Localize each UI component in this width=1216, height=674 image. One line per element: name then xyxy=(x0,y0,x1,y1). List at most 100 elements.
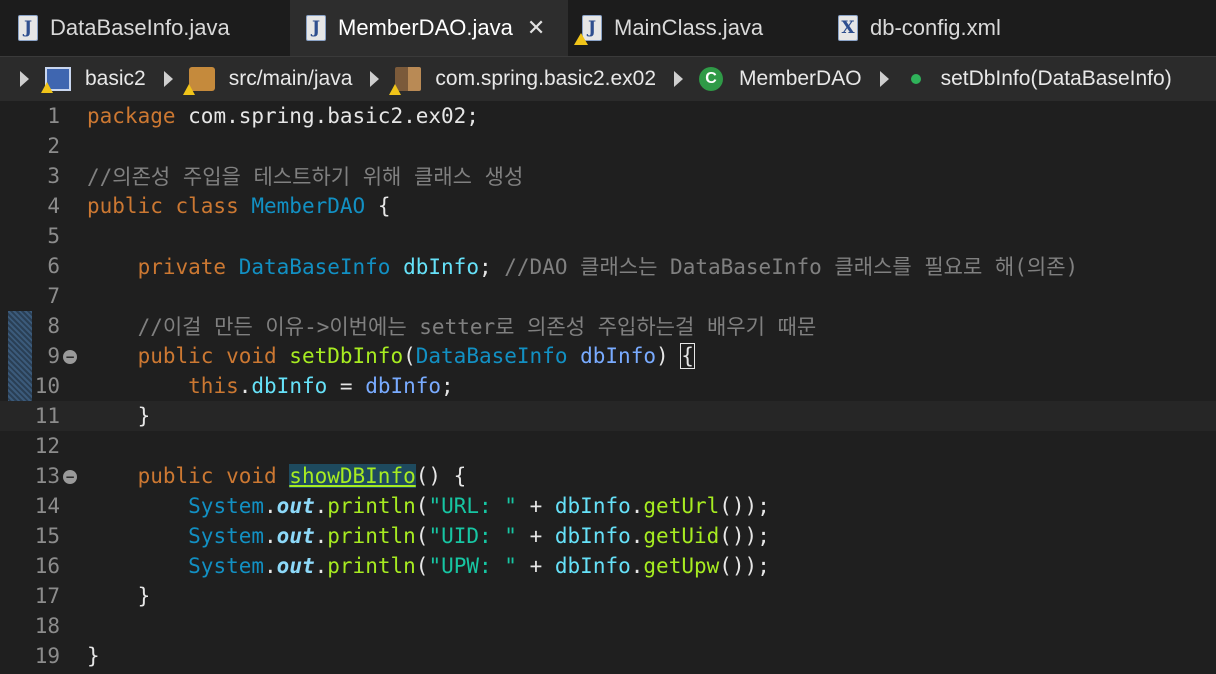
code-line[interactable]: 2 xyxy=(0,131,1216,161)
code-text: //이걸 만든 이유->이번에는 setter로 의존성 주입하는걸 배우기 때… xyxy=(87,311,817,341)
code-token: } xyxy=(87,584,151,608)
code-token: System xyxy=(188,554,265,578)
code-line[interactable]: 18 xyxy=(0,611,1216,641)
code-token: ; xyxy=(441,374,454,398)
java-file-icon: J xyxy=(306,15,326,41)
code-line[interactable]: 5 xyxy=(0,221,1216,251)
project-icon xyxy=(41,67,71,93)
code-text: public void showDBInfo() { xyxy=(87,464,466,488)
code-line[interactable]: 12 xyxy=(0,431,1216,461)
code-token: out xyxy=(276,554,315,578)
class-icon: C xyxy=(699,67,724,91)
code-text: package com.spring.basic2.ex02; xyxy=(87,104,479,128)
code-token: ( xyxy=(415,524,429,548)
line-number: 1 xyxy=(47,104,60,128)
line-number: 9 xyxy=(47,344,60,368)
breadcrumb-project[interactable]: basic2 xyxy=(41,67,146,93)
code-token: //이걸 만든 이유->이번에는 setter로 의존성 주입하는걸 배우기 때… xyxy=(137,315,817,339)
code-token: . xyxy=(630,554,644,578)
code-editor[interactable]: 1 package com.spring.basic2.ex02; 2 3 //의존성 … xyxy=(0,101,1216,674)
code-token: public void xyxy=(137,464,290,488)
code-token: . xyxy=(314,494,328,518)
code-text: System.out.println("UPW: " + dbInfo.getU… xyxy=(87,554,770,578)
code-line[interactable]: 4 public class MemberDAO { xyxy=(0,191,1216,221)
breadcrumb-package[interactable]: com.spring.basic2.ex02 xyxy=(389,67,656,95)
line-number: 3 xyxy=(47,164,60,188)
code-token: () { xyxy=(415,464,467,488)
breadcrumb-class[interactable]: C MemberDAO xyxy=(699,67,862,91)
code-token: . xyxy=(314,554,328,578)
code-token: out xyxy=(276,524,315,548)
java-file-warning-icon: J xyxy=(574,15,602,45)
code-line[interactable]: 11 } xyxy=(0,401,1216,431)
tab-mainclass[interactable]: J MainClass.java xyxy=(568,0,830,56)
code-token: . xyxy=(264,494,277,518)
code-token: MemberDAO xyxy=(251,194,366,218)
code-line[interactable]: 14 System.out.println("URL: " + dbInfo.g… xyxy=(0,491,1216,521)
code-token: public void xyxy=(137,344,290,368)
code-token: . xyxy=(630,494,644,518)
chevron-right-icon xyxy=(370,71,380,87)
tab-databaseinfo[interactable]: J DataBaseInfo.java xyxy=(0,0,290,56)
code-token: { xyxy=(680,343,695,369)
chevron-right-icon xyxy=(20,71,29,87)
code-line[interactable]: 15 System.out.println("UID: " + dbInfo.g… xyxy=(0,521,1216,551)
code-token: ( xyxy=(415,494,429,518)
code-token: dbInfo xyxy=(554,494,631,518)
line-number: 18 xyxy=(34,614,60,638)
code-token: private xyxy=(137,255,239,279)
code-token: println xyxy=(327,494,416,518)
fold-collapse-icon[interactable]: − xyxy=(63,350,77,364)
code-line[interactable]: 16 System.out.println("UPW: " + dbInfo.g… xyxy=(0,551,1216,581)
code-text: private DataBaseInfo dbInfo; //DAO 클래스는 … xyxy=(87,251,1079,281)
code-token: System xyxy=(188,494,265,518)
package-icon xyxy=(389,67,422,95)
breadcrumb-method[interactable]: setDbInfo(DataBaseInfo) xyxy=(905,67,1172,91)
code-token: + xyxy=(516,494,555,518)
code-line[interactable]: 6 private DataBaseInfo dbInfo; //DAO 클래스… xyxy=(0,251,1216,281)
code-token: package xyxy=(87,104,176,128)
code-token: . xyxy=(630,524,644,548)
code-token: println xyxy=(327,554,416,578)
code-token: System xyxy=(188,524,265,548)
code-line[interactable]: 9− public void setDbInfo(DataBaseInfo db… xyxy=(0,341,1216,371)
code-text: } xyxy=(87,644,100,668)
code-token: ; xyxy=(478,255,505,279)
tab-memberdao[interactable]: J MemberDAO.java ✕ xyxy=(290,0,568,56)
close-tab-icon[interactable]: ✕ xyxy=(527,16,545,41)
code-text: } xyxy=(87,404,151,428)
line-number: 19 xyxy=(34,644,60,668)
code-text: this.dbInfo = dbInfo; xyxy=(87,374,454,398)
code-token: = xyxy=(327,374,366,398)
line-number: 14 xyxy=(34,494,60,518)
breadcrumb-source-folder[interactable]: src/main/java xyxy=(182,67,352,95)
code-token: "UID: " xyxy=(428,524,517,548)
code-token: showDBInfo xyxy=(289,464,416,488)
code-token: DataBaseInfo xyxy=(415,344,581,368)
code-line[interactable]: 10 this.dbInfo = dbInfo; xyxy=(0,371,1216,401)
code-line[interactable]: 19} xyxy=(0,641,1216,671)
line-number: 7 xyxy=(47,284,60,308)
code-text: public void setDbInfo(DataBaseInfo dbInf… xyxy=(87,343,695,369)
code-line[interactable]: 8 //이걸 만든 이유->이번에는 setter로 의존성 주입하는걸 배우기… xyxy=(0,311,1216,341)
chevron-right-icon xyxy=(163,71,173,87)
code-token: . xyxy=(314,524,328,548)
code-line[interactable]: 7 xyxy=(0,281,1216,311)
fold-collapse-icon[interactable]: − xyxy=(63,470,77,484)
tab-db-config[interactable]: X db-config.xml xyxy=(830,0,1216,56)
code-text: System.out.println("UID: " + dbInfo.getU… xyxy=(87,524,770,548)
code-line[interactable]: 3 //의존성 주입을 테스트하기 위해 클래스 생성 xyxy=(0,161,1216,191)
code-token: "URL: " xyxy=(428,494,517,518)
code-token: "UPW: " xyxy=(428,554,517,578)
code-token: ) xyxy=(655,344,682,368)
code-line[interactable]: 1 package com.spring.basic2.ex02; xyxy=(0,101,1216,131)
code-line[interactable]: 13− public void showDBInfo() { xyxy=(0,461,1216,491)
breadcrumb: basic2 src/main/java com.spring.basic2.e… xyxy=(0,56,1216,102)
code-token: //DAO 클래스는 DataBaseInfo 클래스를 필요로 해(의존) xyxy=(504,255,1079,279)
code-token: out xyxy=(276,494,315,518)
code-token: getUpw xyxy=(643,554,720,578)
code-line[interactable]: 17 } xyxy=(0,581,1216,611)
